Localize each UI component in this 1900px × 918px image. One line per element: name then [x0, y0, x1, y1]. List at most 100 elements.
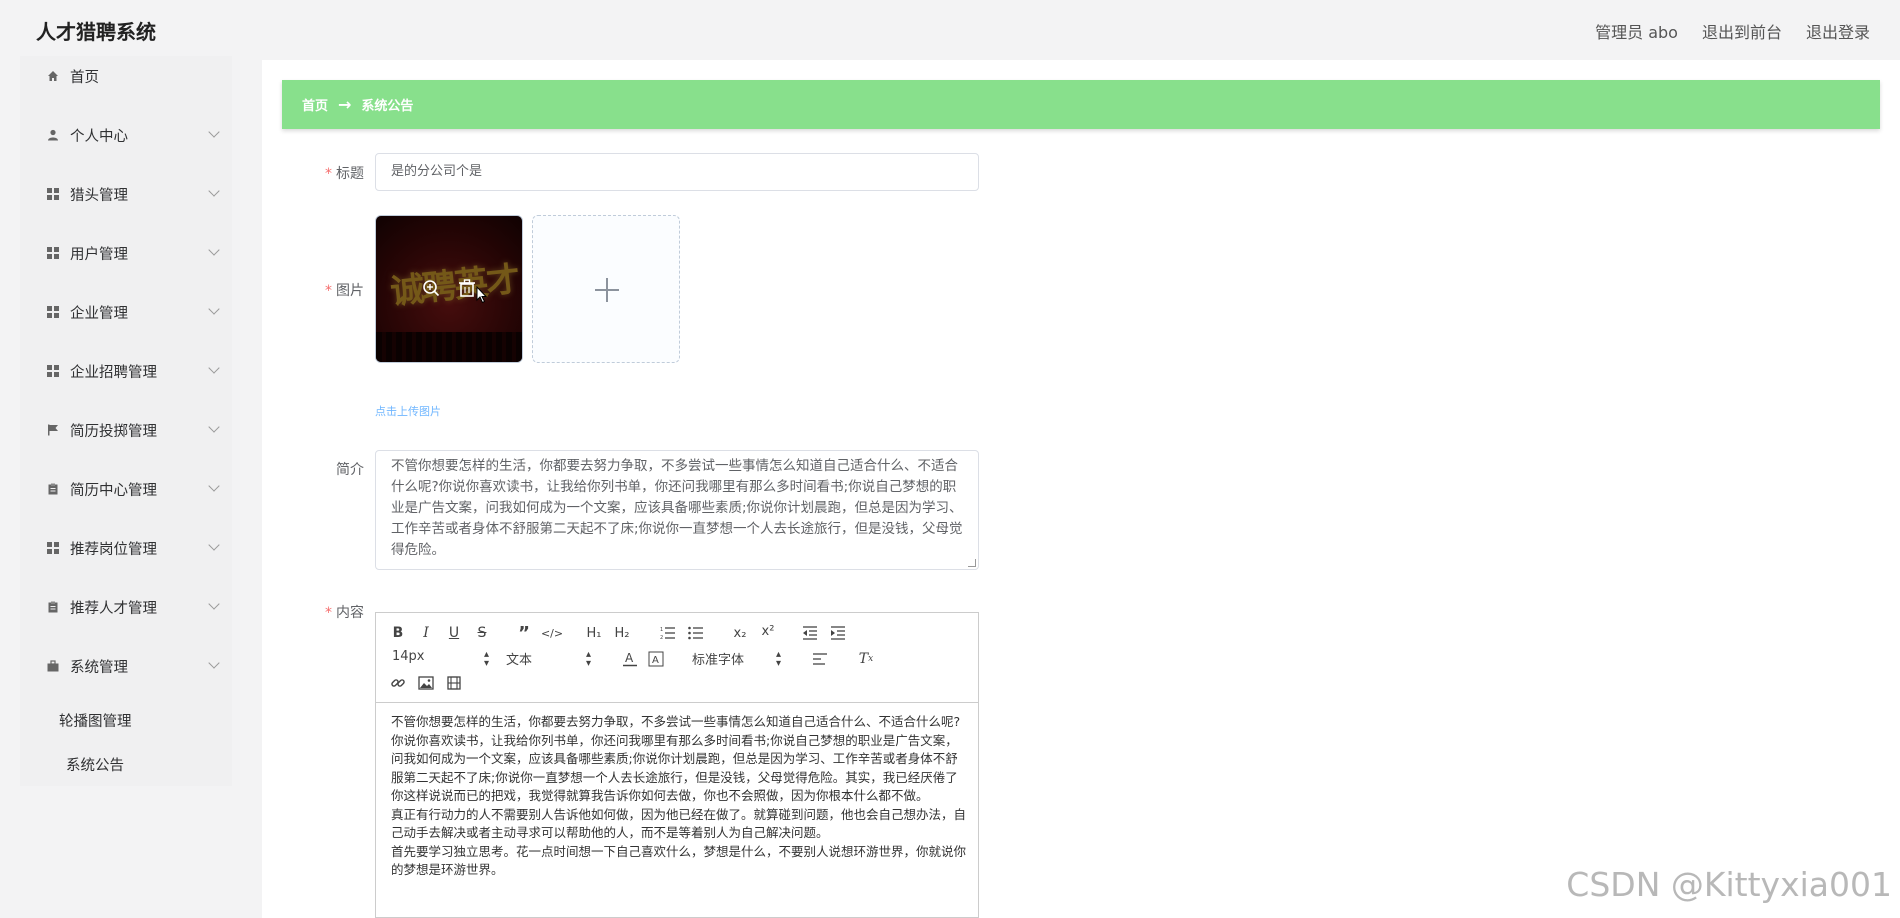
sidebar: 首页 个人中心 猎头管理 用户管理 企业管理 企业招聘管理 简历投掷管理 简历中…	[20, 56, 232, 786]
heading-2-icon[interactable]: H₂	[612, 623, 632, 643]
arrow-right-icon: →	[338, 95, 352, 114]
link-icon[interactable]	[388, 673, 408, 693]
chevron-down-icon	[208, 480, 220, 492]
content-label-text: 内容	[336, 605, 364, 621]
blockquote-icon[interactable]: ”	[514, 623, 534, 644]
ordered-list-icon[interactable]: 12	[658, 623, 678, 643]
select-arrows-icon: ▴ ▾	[776, 649, 782, 669]
sidebar-item-label: 企业管理	[70, 305, 128, 322]
intro-label: 简介	[336, 462, 364, 478]
required-mark: *	[325, 605, 332, 621]
align-icon[interactable]	[810, 649, 830, 669]
sidebar-item-resume-submissions[interactable]: 简历投掷管理	[20, 410, 232, 450]
editor-paragraph: 你说你喜欢读书，让我给你列书单，你还问我哪里有那么多时间看书;你说自己梦想的职业…	[391, 732, 958, 804]
intro-textarea[interactable]: 不管你想要怎样的生活，你都要去努力争取，不多尝试一些事情怎么知道自己适合什么、不…	[375, 450, 979, 570]
sidebar-item-resume-center[interactable]: 简历中心管理	[20, 469, 232, 509]
chevron-down-icon	[208, 303, 220, 315]
sidebar-subitem-announcements[interactable]: 系统公告	[66, 754, 124, 775]
editor-paragraph: 不管你想要怎样的生活，你都要去努力争取，不多尝试一些事情怎么知道自己适合什么、不…	[391, 714, 961, 729]
outdent-icon[interactable]	[800, 623, 820, 643]
grid-icon	[46, 305, 60, 319]
chevron-down-icon	[208, 244, 220, 256]
svg-text:A: A	[652, 655, 659, 666]
resize-handle-icon[interactable]	[968, 559, 976, 567]
editor-content[interactable]: 不管你想要怎样的生活，你都要去努力争取，不多尝试一些事情怎么知道自己适合什么、不…	[391, 713, 966, 880]
sidebar-item-users[interactable]: 用户管理	[20, 233, 232, 273]
sidebar-item-label: 个人中心	[70, 128, 128, 145]
sidebar-item-label: 简历投掷管理	[70, 423, 157, 440]
grid-icon	[46, 187, 60, 201]
home-icon	[46, 69, 60, 83]
strikethrough-icon[interactable]: S	[472, 623, 492, 643]
admin-user-link[interactable]: 管理员 abo	[1595, 19, 1678, 43]
sidebar-item-personal-center[interactable]: 个人中心	[20, 115, 232, 155]
image-label-text: 图片	[336, 283, 364, 299]
header-select[interactable]: 文本 ▴ ▾	[506, 649, 591, 669]
heading-1-icon[interactable]: H₁	[584, 623, 604, 643]
sidebar-item-label: 推荐岗位管理	[70, 541, 157, 558]
svg-text:A: A	[625, 651, 634, 665]
image-icon[interactable]	[416, 673, 436, 693]
briefcase-icon	[46, 659, 60, 673]
sidebar-item-recommended-talent[interactable]: 推荐人才管理	[20, 587, 232, 627]
clipboard-icon	[46, 482, 60, 496]
superscript-icon[interactable]: x²	[758, 621, 778, 641]
background-color-icon[interactable]: A	[646, 649, 666, 669]
flag-icon	[46, 423, 60, 437]
sidebar-subitem-carousel[interactable]: 轮播图管理	[59, 710, 132, 731]
font-family-value: 标准字体	[692, 653, 745, 668]
uploaded-image-card[interactable]: 诚聘英才	[375, 215, 523, 363]
upload-image-tip[interactable]: 点击上传图片	[375, 403, 441, 419]
chevron-down-icon	[208, 539, 220, 551]
user-icon	[46, 128, 60, 142]
sidebar-item-recruitment[interactable]: 企业招聘管理	[20, 351, 232, 391]
image-label: * 图片	[264, 280, 364, 300]
select-arrows-icon: ▴ ▾	[586, 649, 592, 669]
upload-image-button[interactable]	[532, 215, 680, 363]
text-color-icon[interactable]: A	[620, 649, 640, 669]
zoom-in-icon[interactable]	[421, 278, 441, 298]
chevron-down-icon	[208, 421, 220, 433]
svg-text:2: 2	[660, 635, 663, 640]
header-select-value: 文本	[506, 653, 533, 668]
select-arrows-icon: ▴ ▾	[484, 649, 490, 669]
breadcrumb-home[interactable]: 首页	[302, 95, 328, 114]
chevron-down-icon	[208, 598, 220, 610]
chevron-down-icon	[208, 126, 220, 138]
sidebar-item-system[interactable]: 系统管理	[20, 646, 232, 686]
top-bar: 人才猎聘系统 管理员 abo 退出到前台 退出登录	[0, 0, 1900, 60]
font-size-select[interactable]: 14px ▴ ▾	[392, 649, 489, 669]
editor-toolbar: B I U S ” </> H₁ H₂ 12 x₂ x² 14px ▴ ▾ 文本 …	[376, 613, 978, 703]
italic-icon[interactable]: I	[416, 623, 436, 643]
grid-icon	[46, 364, 60, 378]
sidebar-item-label: 简历中心管理	[70, 482, 157, 499]
code-block-icon[interactable]: </>	[541, 623, 563, 643]
sidebar-item-recommended-jobs[interactable]: 推荐岗位管理	[20, 528, 232, 568]
bold-icon[interactable]: B	[388, 623, 408, 643]
sidebar-item-label: 推荐人才管理	[70, 600, 157, 617]
top-links: 管理员 abo 退出到前台 退出登录	[1595, 19, 1870, 43]
sidebar-item-label: 猎头管理	[70, 187, 128, 204]
subscript-icon[interactable]: x₂	[730, 623, 750, 643]
back-to-front-link[interactable]: 退出到前台	[1702, 19, 1782, 43]
bullet-list-icon[interactable]	[686, 623, 706, 643]
title-label: * 标题	[264, 163, 364, 183]
sidebar-item-home[interactable]: 首页	[20, 56, 232, 96]
breadcrumb: 首页 → 系统公告	[282, 80, 1880, 129]
video-icon[interactable]	[444, 673, 464, 693]
sidebar-item-headhunter[interactable]: 猎头管理	[20, 174, 232, 214]
title-input[interactable]: 是的分公司个是	[375, 153, 979, 191]
content-label: * 内容	[264, 602, 364, 622]
watermark: CSDN @Kittyxia001	[1566, 865, 1892, 904]
clear-format-icon[interactable]: Tx	[856, 649, 876, 669]
grid-icon	[46, 541, 60, 555]
font-size-value: 14px	[392, 649, 425, 664]
sidebar-item-label: 企业招聘管理	[70, 364, 157, 381]
logout-link[interactable]: 退出登录	[1806, 19, 1870, 43]
chevron-down-icon	[208, 362, 220, 374]
delete-icon[interactable]	[457, 278, 477, 298]
sidebar-item-companies[interactable]: 企业管理	[20, 292, 232, 332]
underline-icon[interactable]: U	[444, 623, 464, 643]
indent-icon[interactable]	[828, 623, 848, 643]
font-family-select[interactable]: 标准字体 ▴ ▾	[692, 649, 786, 669]
